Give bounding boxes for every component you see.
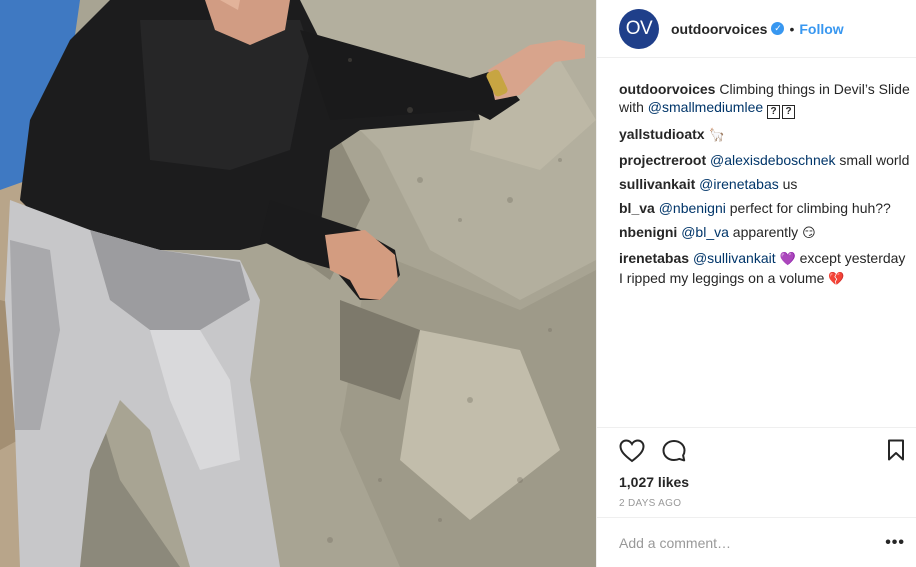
comment-text: apparently (732, 224, 799, 240)
bookmark-icon[interactable] (887, 439, 905, 466)
comment-bubble-icon[interactable] (661, 439, 687, 468)
climbing-photo (0, 0, 596, 567)
comment-text: perfect for climbing huh?? (729, 200, 891, 216)
comment-username[interactable]: projectreroot (619, 152, 706, 168)
missing-glyph-icon: ? (767, 105, 781, 119)
comment-username[interactable]: bl_va (619, 200, 655, 216)
add-comment-input[interactable] (619, 534, 869, 551)
author-avatar[interactable]: OV (619, 8, 659, 49)
comment-mention[interactable]: @alexisdeboschnek (710, 152, 836, 168)
comment-item: nbenigni @bl_va apparently 😏 (619, 223, 911, 243)
comment-username[interactable]: nbenigni (619, 224, 677, 240)
post-side-panel: OV outdoorvoices ✓ • Follow outdoorvoice… (596, 0, 916, 567)
post-header: OV outdoorvoices ✓ • Follow (597, 0, 916, 58)
comment-mention[interactable]: @bl_va (681, 224, 729, 240)
comment-mention[interactable]: @irenetabas (699, 176, 779, 192)
comment-text: small world (839, 152, 910, 168)
comment-item: yallstudioatx 🦙 (619, 125, 911, 145)
post-photo[interactable] (0, 0, 596, 567)
caption: outdoorvoices Climbing things in Devil’s… (619, 80, 911, 119)
post-actions: 1,027 likes 2 DAYS AGO (597, 427, 916, 517)
comment-item: sullivankait @irenetabas us (619, 175, 911, 193)
comment-item: bl_va @nbenigni perfect for climbing huh… (619, 199, 911, 217)
author-username[interactable]: outdoorvoices (671, 21, 767, 37)
caption-username[interactable]: outdoorvoices (619, 81, 715, 97)
heart-icon[interactable] (619, 439, 645, 468)
llama-emoji-icon: 🦙 (708, 128, 725, 143)
comment-text: us (782, 176, 798, 192)
comment-username[interactable]: irenetabas (619, 250, 689, 266)
add-comment-bar: ••• (597, 517, 916, 567)
post-timestamp[interactable]: 2 DAYS AGO (619, 498, 681, 509)
missing-glyph-icon: ? (782, 105, 796, 119)
comments-list: outdoorvoices Climbing things in Devil’s… (619, 80, 911, 295)
header-separator: • (789, 20, 795, 37)
instagram-post: OV outdoorvoices ✓ • Follow outdoorvoice… (0, 0, 916, 567)
comment-mention[interactable]: @sullivankait (693, 250, 776, 266)
action-icons (619, 439, 687, 468)
more-options-icon[interactable]: ••• (885, 534, 905, 552)
comment-item: irenetabas @sullivankait 💜 except yester… (619, 249, 911, 289)
comment-item: projectreroot @alexisdeboschnek small wo… (619, 151, 911, 169)
comment-mention[interactable]: @nbenigni (659, 200, 726, 216)
comment-username[interactable]: sullivankait (619, 176, 695, 192)
follow-button[interactable]: Follow (799, 21, 843, 37)
smirk-emoji-icon: 😏 (802, 226, 816, 241)
likes-count[interactable]: 1,027 likes (619, 474, 689, 490)
caption-mention[interactable]: @smallmediumlee (648, 99, 763, 115)
broken-heart-emoji-icon: 💔 (828, 272, 845, 287)
purple-heart-emoji-icon: 💜 (779, 252, 796, 267)
comment-username[interactable]: yallstudioatx (619, 126, 705, 142)
verified-badge-icon: ✓ (771, 22, 785, 35)
